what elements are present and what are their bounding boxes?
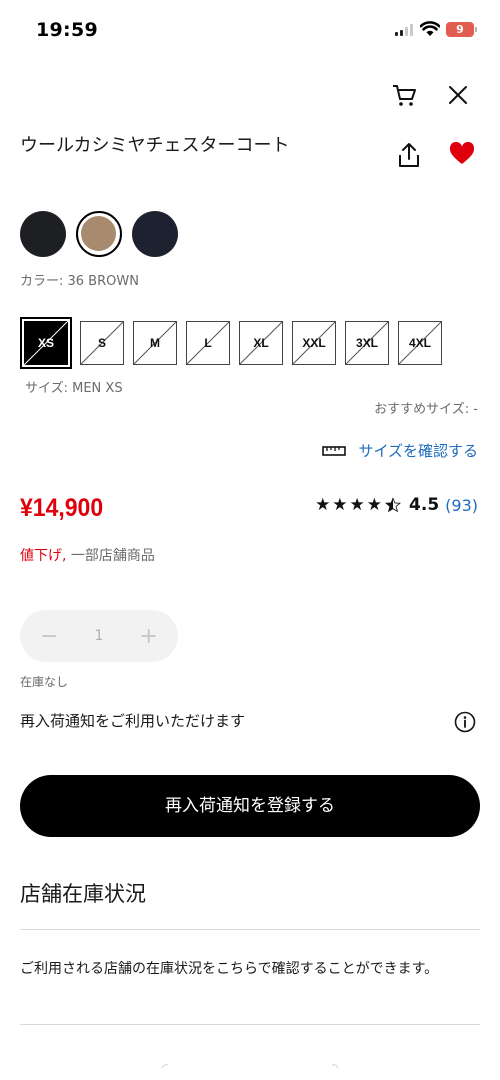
share-icon — [399, 143, 419, 167]
size-option-label: L — [204, 336, 212, 350]
size-check-label: サイズを確認する — [358, 442, 478, 460]
recommended-size: おすすめサイズ: - — [374, 402, 478, 417]
size-option-xxl[interactable]: XXL — [292, 321, 336, 365]
size-option-s[interactable]: S — [80, 321, 124, 365]
size-label: サイズ: MEN XS — [25, 381, 123, 396]
review-count[interactable]: (93) — [445, 496, 478, 515]
share-button[interactable] — [394, 139, 424, 171]
wifi-icon — [420, 21, 440, 36]
size-option-label: XS — [37, 336, 54, 350]
price-down-label: 値下げ, — [20, 548, 67, 564]
info-button[interactable] — [453, 710, 477, 734]
status-bar: 19:59 9 — [0, 0, 500, 58]
close-button[interactable] — [443, 80, 473, 110]
stock-status: 在庫なし — [20, 675, 69, 689]
size-option-label: 4XL — [408, 336, 431, 350]
product-title: ウールカシミヤチェスターコート — [20, 135, 290, 156]
size-option-label: XXL — [302, 336, 326, 350]
quantity-minus-button[interactable]: − — [40, 624, 58, 649]
status-time: 19:59 — [36, 19, 98, 41]
size-option-m[interactable]: M — [133, 321, 177, 365]
color-swatch-black[interactable] — [20, 211, 66, 257]
color-swatch-navy[interactable] — [132, 211, 178, 257]
size-option-label: M — [150, 336, 160, 350]
rating[interactable]: ★★★★ 4.5 (93) — [315, 495, 478, 515]
size-option-xl[interactable]: XL — [239, 321, 283, 365]
divider — [20, 929, 480, 930]
battery-icon: 9 — [446, 22, 474, 37]
color-swatch-brown[interactable] — [76, 211, 122, 257]
decorative-dots — [161, 1064, 339, 1069]
quantity-plus-button[interactable]: + — [140, 624, 158, 649]
size-option-xs[interactable]: XS — [20, 317, 72, 369]
signal-icon — [395, 24, 415, 36]
store-stock-heading: 店舗在庫状況 — [20, 882, 146, 906]
cart-button[interactable] — [389, 80, 419, 110]
quantity-stepper: − 1 + — [20, 610, 178, 662]
size-option-l[interactable]: L — [186, 321, 230, 365]
quantity-value: 1 — [94, 628, 104, 644]
ruler-icon — [322, 445, 347, 456]
favorite-button[interactable] — [447, 139, 477, 169]
size-option-4xl[interactable]: 4XL — [398, 321, 442, 365]
heart-icon — [449, 142, 475, 164]
battery-nub — [475, 27, 477, 32]
rating-stars: ★★★★ — [315, 495, 385, 515]
size-option-3xl[interactable]: 3XL — [345, 321, 389, 365]
info-icon — [454, 711, 476, 733]
color-label: カラー: 36 BROWN — [20, 274, 139, 289]
promo-text: 値下げ, 一部店舗商品 — [20, 545, 155, 565]
cart-icon — [393, 85, 416, 106]
half-star-icon — [385, 497, 402, 513]
size-option-label: 3XL — [355, 336, 378, 350]
size-option-label: XL — [253, 336, 269, 350]
rating-value: 4.5 — [409, 495, 440, 515]
store-only-label: 一部店舗商品 — [66, 548, 155, 564]
restock-register-button[interactable]: 再入荷通知を登録する — [20, 775, 480, 837]
restock-notice-text: 再入荷通知をご利用いただけます — [20, 712, 246, 730]
store-stock-description[interactable]: ご利用される店舗の在庫状況をこちらで確認することができます。 — [20, 956, 470, 982]
size-check-link[interactable]: サイズを確認する — [322, 440, 478, 461]
size-option-label: S — [97, 336, 106, 350]
divider — [20, 1024, 480, 1025]
close-icon — [449, 86, 467, 104]
price: ¥14,900 — [20, 494, 104, 522]
